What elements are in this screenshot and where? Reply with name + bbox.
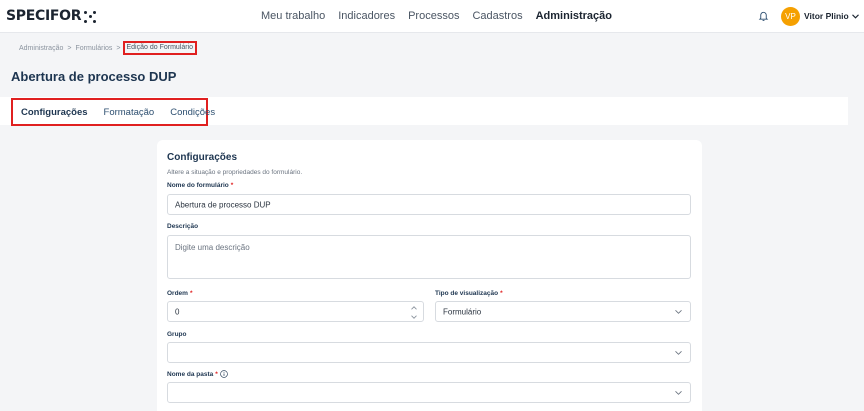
folder-name-label-text: Nome da pasta	[167, 370, 214, 378]
stepper-down-icon[interactable]	[411, 315, 417, 319]
form-card: Configurações Altere a situação e propri…	[157, 140, 702, 411]
form-name-value: Abertura de processo DUP	[175, 200, 271, 209]
tab-configuracoes[interactable]: Configurações	[21, 107, 88, 118]
breadcrumb-item-formularios[interactable]: Formulários	[75, 45, 112, 52]
tab-formatacao[interactable]: Formatação	[104, 107, 155, 118]
order-label: Ordem *	[167, 290, 192, 297]
app-logo[interactable]: SPECIFOR	[6, 8, 97, 24]
nav-item-indicadores[interactable]: Indicadores	[338, 10, 395, 22]
page-title: Abertura de processo DUP	[11, 69, 177, 84]
order-label-text: Ordem	[167, 290, 188, 297]
view-type-label-text: Tipo de visualização	[435, 290, 499, 297]
group-select[interactable]	[167, 342, 691, 363]
card-subtitle: Altere a situação e propriedades do form…	[167, 169, 303, 176]
tab-condicoes[interactable]: Condições	[170, 107, 215, 118]
breadcrumb: Administração > Formulários > Edição do …	[19, 41, 198, 55]
view-type-label: Tipo de visualização *	[435, 290, 503, 297]
breadcrumb-current: Edição do Formulário	[122, 41, 198, 55]
logo-dots-icon	[84, 10, 97, 23]
view-type-value: Formulário	[443, 307, 482, 316]
top-navigation-bar: SPECIFOR Meu trabalho Indicadores Proces…	[0, 0, 864, 33]
description-placeholder: Digite uma descrição	[175, 243, 250, 252]
user-menu[interactable]: Vitor Plinio	[804, 11, 859, 21]
chevron-down-icon	[851, 13, 859, 19]
logo-text: SPECIFOR	[6, 8, 82, 24]
chevron-down-icon	[675, 390, 682, 395]
card-title: Configurações	[167, 152, 238, 163]
breadcrumb-separator: >	[116, 44, 121, 52]
form-name-label: Nome do formulário *	[167, 182, 233, 189]
stepper-up-icon[interactable]	[411, 306, 417, 310]
order-number-input[interactable]: 0	[167, 301, 424, 322]
required-mark: *	[500, 290, 503, 297]
chevron-down-icon	[675, 350, 682, 355]
form-name-input[interactable]: Abertura de processo DUP	[167, 194, 691, 215]
description-textarea[interactable]: Digite uma descrição	[167, 235, 691, 279]
order-stepper	[411, 306, 417, 324]
folder-name-select[interactable]	[167, 382, 691, 403]
order-value: 0	[175, 307, 180, 316]
required-mark: *	[230, 182, 234, 189]
info-icon[interactable]	[220, 370, 228, 378]
folder-name-label: Nome da pasta *	[167, 370, 228, 378]
nav-item-meu-trabalho[interactable]: Meu trabalho	[261, 10, 325, 22]
breadcrumb-item-administracao[interactable]: Administração	[19, 45, 63, 52]
nav-item-administracao[interactable]: Administração	[536, 10, 612, 22]
nav-item-cadastros[interactable]: Cadastros	[472, 10, 522, 22]
view-type-select[interactable]: Formulário	[435, 301, 691, 322]
bell-icon[interactable]	[758, 10, 769, 22]
nav-item-processos[interactable]: Processos	[408, 10, 459, 22]
chevron-down-icon	[675, 309, 682, 314]
user-name: Vitor Plinio	[804, 11, 849, 21]
form-name-label-text: Nome do formulário	[167, 182, 229, 189]
avatar[interactable]: VP	[781, 7, 800, 26]
tab-list: Configurações Formatação Condições	[11, 98, 215, 126]
required-mark: *	[215, 370, 218, 378]
description-label-text: Descrição	[167, 223, 199, 230]
group-label: Grupo	[167, 331, 187, 338]
breadcrumb-separator: >	[67, 44, 72, 52]
required-mark: *	[189, 290, 193, 297]
group-label-text: Grupo	[167, 331, 187, 338]
main-nav: Meu trabalho Indicadores Processos Cadas…	[261, 10, 625, 22]
description-label: Descrição	[167, 223, 198, 230]
